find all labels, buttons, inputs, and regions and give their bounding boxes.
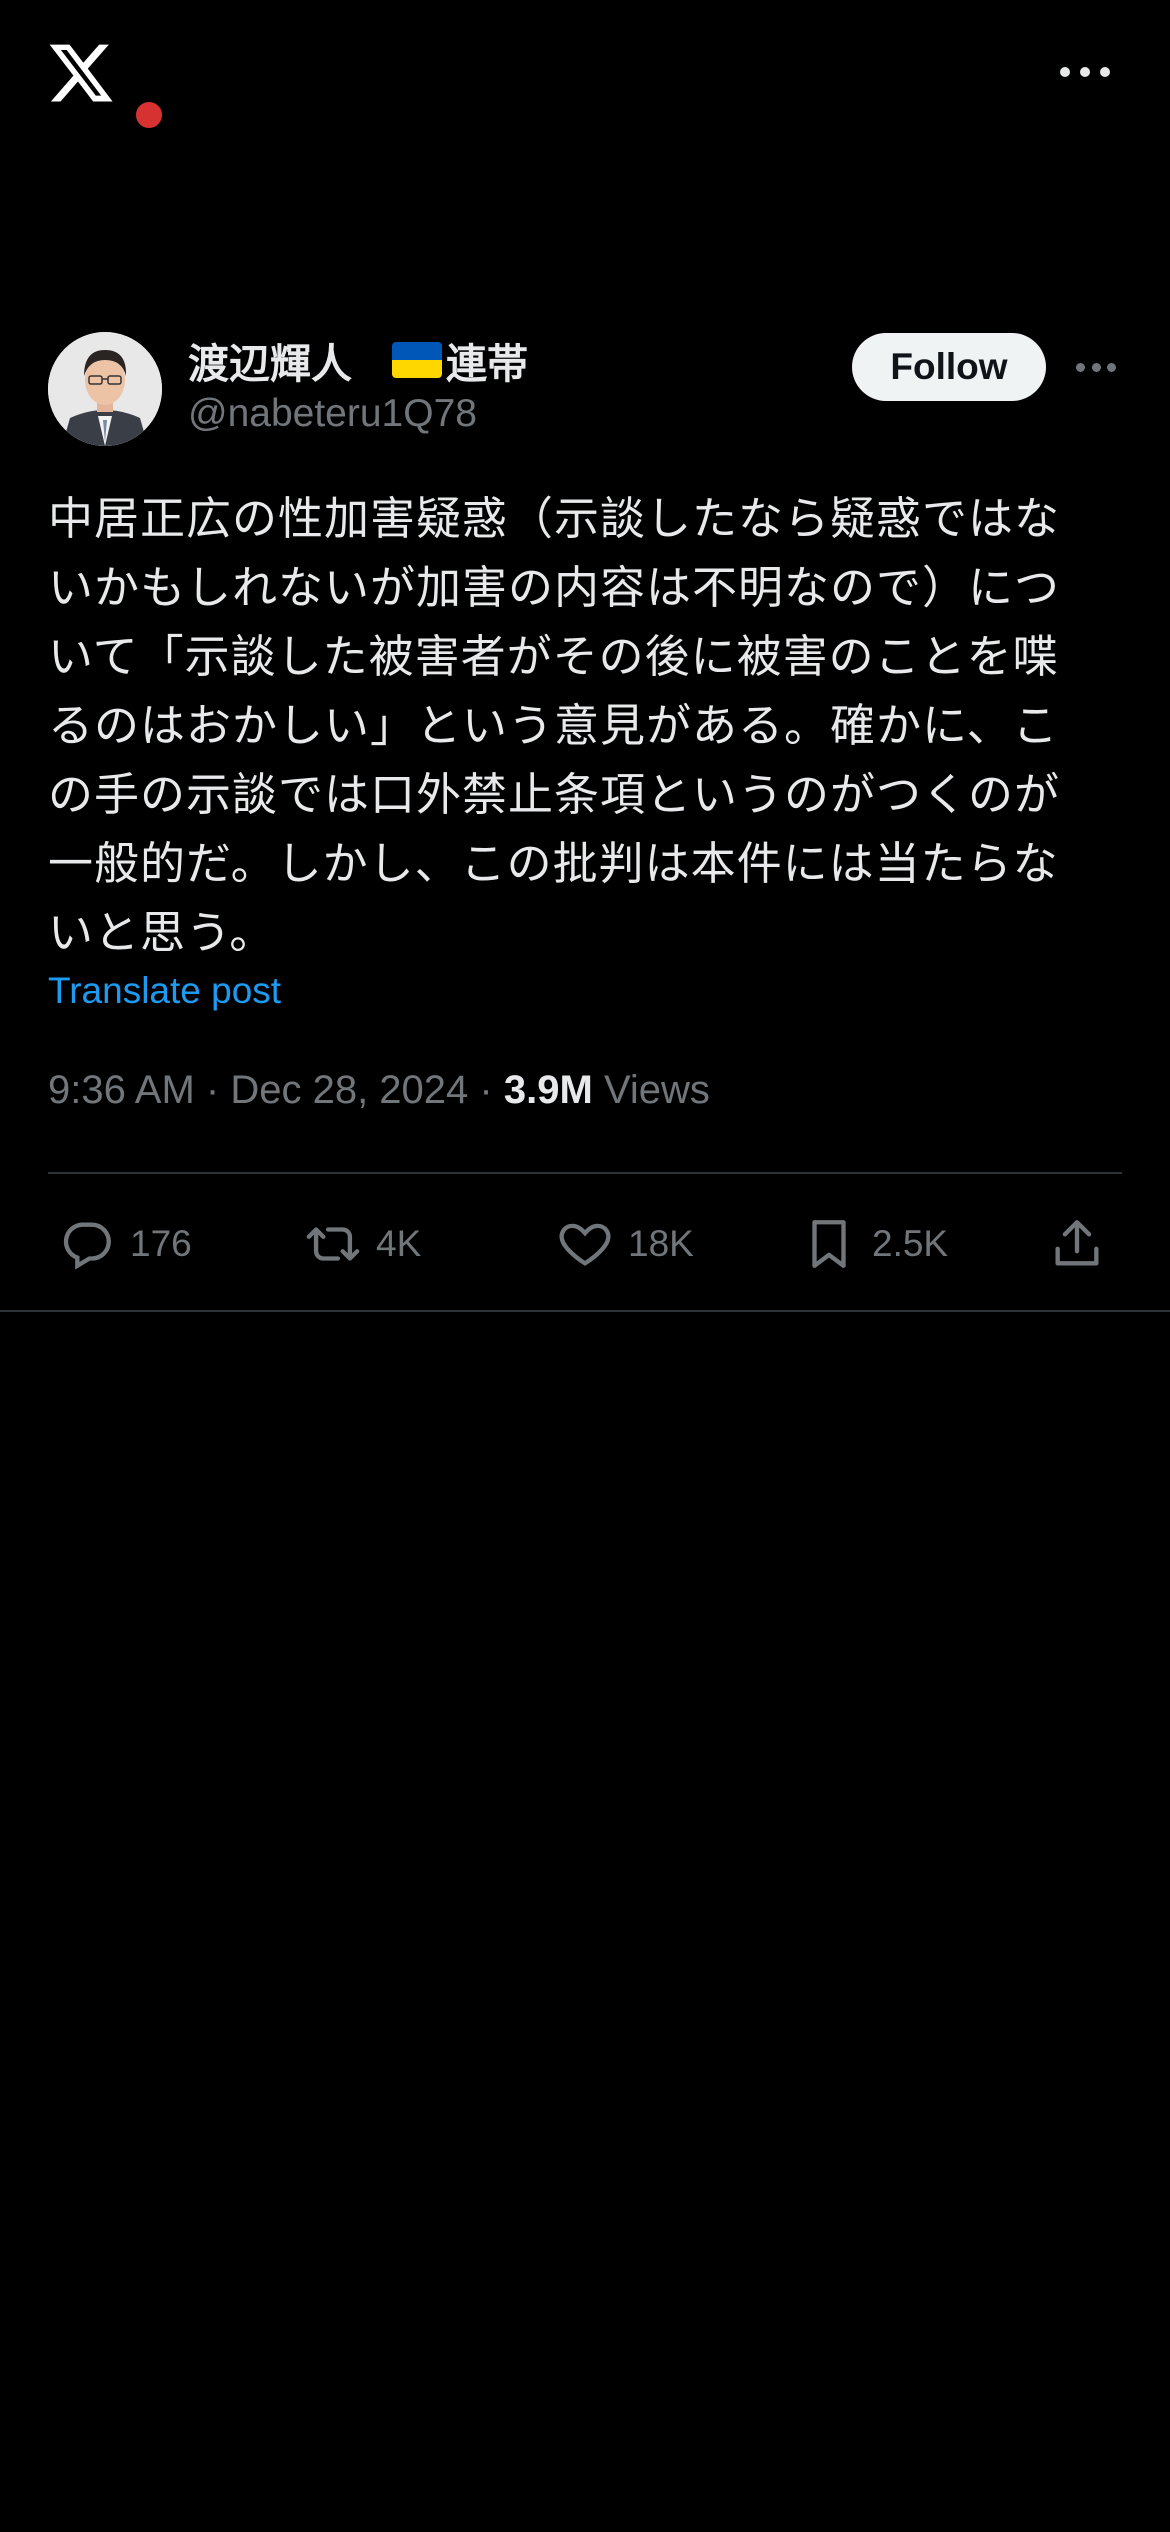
- bookmark-icon: [812, 1220, 846, 1268]
- avatar[interactable]: [48, 332, 162, 446]
- share-icon: [1055, 1220, 1099, 1266]
- bookmark-button[interactable]: 2.5K: [800, 1200, 948, 1288]
- repost-icon: [306, 1227, 360, 1261]
- like-button[interactable]: 18K: [556, 1200, 694, 1288]
- display-name: 渡辺輝人: [188, 340, 352, 388]
- views-label: Views: [603, 1068, 710, 1112]
- post-date[interactable]: Dec 28, 2024: [230, 1068, 468, 1112]
- reply-icon: [63, 1222, 111, 1270]
- heart-icon: [559, 1223, 611, 1266]
- like-count: 18K: [628, 1223, 694, 1264]
- reply-button[interactable]: 176: [58, 1200, 192, 1288]
- name-suffix: 連帯: [446, 340, 528, 388]
- translate-post-link[interactable]: Translate post: [48, 970, 281, 1012]
- post-text-line: るのはおかしい」という意見がある。確かに、こ: [48, 699, 1059, 752]
- repost-button[interactable]: 4K: [304, 1200, 421, 1288]
- post-text-line: いかもしれないが加害の内容は不明なので）につ: [48, 561, 1061, 614]
- x-logo-icon[interactable]: [46, 38, 164, 130]
- post-actions: 176 4K 18K 2.5K: [48, 1200, 1122, 1288]
- follow-button[interactable]: Follow: [852, 333, 1046, 401]
- author-name[interactable]: 渡辺輝人 連帯: [188, 332, 528, 388]
- post-text-line: 中居正広の性加害疑惑（示談したなら疑惑ではな: [48, 492, 1061, 545]
- bookmark-count: 2.5K: [872, 1223, 949, 1264]
- notification-badge-icon: [134, 100, 164, 130]
- ukraine-flag-icon: [392, 342, 442, 378]
- divider: [48, 1172, 1122, 1174]
- meta-separator: ·: [205, 1068, 220, 1112]
- post-text-line: いて「示談した被害者がその後に被害のことを喋: [48, 630, 1059, 683]
- reply-count: 176: [130, 1223, 192, 1264]
- meta-separator: ·: [479, 1068, 493, 1112]
- top-bar: [0, 0, 1170, 150]
- post-text-line: いと思う。: [48, 906, 276, 959]
- post-text-line: の手の示談では口外禁止条項というのがつくのが: [48, 768, 1061, 821]
- post-time[interactable]: 9:36 AM: [48, 1068, 195, 1112]
- post-meta: 9:36 AM · Dec 28, 2024 · 3.9M Views: [48, 1068, 710, 1113]
- post-header: 渡辺輝人 連帯 @nabeteru1Q78 Follow: [48, 330, 1122, 450]
- divider: [0, 1310, 1170, 1312]
- share-button[interactable]: [1048, 1200, 1120, 1288]
- views-count: 3.9M: [503, 1068, 593, 1112]
- author-handle[interactable]: @nabeteru1Q78: [188, 392, 477, 436]
- repost-count: 4K: [376, 1223, 422, 1264]
- more-options-icon[interactable]: [1060, 60, 1110, 84]
- post-text: 中居正広の性加害疑惑（示談したなら疑惑ではな いかもしれないが加害の内容は不明な…: [48, 484, 1128, 967]
- post-more-options-icon[interactable]: [1076, 360, 1116, 374]
- post-text-line: 一般的だ。しかし、この批判は本件には当たらな: [48, 837, 1059, 890]
